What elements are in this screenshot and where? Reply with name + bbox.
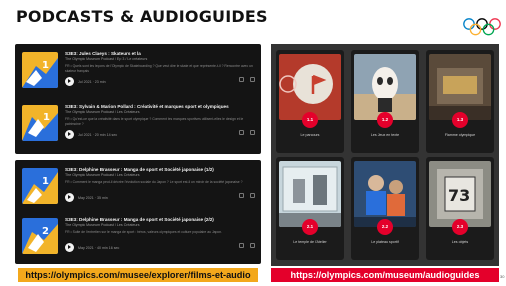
episode-title: S3E3: Sylvain & Marion Pollard : Créativ… <box>65 104 229 109</box>
audioguides-link[interactable]: https://olympics.com/museum/audioguides <box>271 268 499 282</box>
more-icon[interactable] <box>250 130 255 135</box>
audioguide-caption: Les objets <box>451 240 469 244</box>
podcast-episode[interactable]: 1 S3E3: Sylvain & Marion Pollard : Créat… <box>15 100 261 152</box>
episode-thumbnail: 1 <box>22 52 58 88</box>
episode-date: Jul 2021 · 23 min <box>78 79 106 84</box>
audioguide-caption: Le plateau sportif <box>371 240 399 244</box>
audioguide-caption: Les Jeux en texte <box>370 133 400 137</box>
films-link-label: https://olympics.com/musee/explorer/film… <box>25 270 251 280</box>
page-title: PODCASTS & AUDIOGUIDES <box>16 7 268 26</box>
films-link[interactable]: https://olympics.com/musee/explorer/film… <box>18 268 258 282</box>
audioguide-card[interactable]: 1.3 Flamme olympique <box>426 50 494 153</box>
episode-subtitle: The Olympic Museum Podcast / Ep 3 / Le c… <box>65 57 148 61</box>
audioguide-caption: Flamme olympique <box>444 133 476 137</box>
podcast-episode[interactable]: 1 S3E3: Jules Claeys : Skateurs et la Th… <box>15 47 261 99</box>
audioguide-number-badge: 2.3 <box>452 219 468 235</box>
share-icon[interactable] <box>239 193 244 198</box>
episode-title: S3E3: Delphine Brasseur : Manga de sport… <box>65 217 214 222</box>
podcast-list-top: 1 S3E3: Jules Claeys : Skateurs et la Th… <box>15 44 261 154</box>
audioguide-panel: 1.1 Le parcours 1.2 Les Jeux en texte 1.… <box>271 44 499 266</box>
episode-title: S3E3: Delphine Brasseur : Manga de sport… <box>65 167 214 172</box>
audioguide-image: 73 <box>429 161 491 227</box>
play-icon[interactable] <box>65 77 74 86</box>
audioguide-image <box>279 54 341 120</box>
episode-subtitle: The Olympic Museum Podcast / Les Créateu… <box>65 110 140 114</box>
share-icon[interactable] <box>239 243 244 248</box>
episode-subtitle: The Olympic Museum Podcast / Les Créateu… <box>65 223 140 227</box>
share-icon[interactable] <box>239 77 244 82</box>
audioguide-number-badge: 1.1 <box>302 112 318 128</box>
episode-date: May 2021 · 35 min <box>78 195 108 200</box>
episode-subtitle: The Olympic Museum Podcast / Les Créateu… <box>65 173 140 177</box>
olympic-rings-icon <box>463 18 501 36</box>
episode-title: S3E3: Jules Claeys : Skateurs et la <box>65 51 141 56</box>
podcast-panel: 1 S3E3: Jules Claeys : Skateurs et la Th… <box>15 44 261 264</box>
page-number: 30 <box>500 274 505 279</box>
play-icon[interactable] <box>65 243 74 252</box>
svg-text:73: 73 <box>448 186 470 205</box>
episode-thumbnail: 1 <box>22 105 58 141</box>
audioguide-card[interactable]: 1.1 Le parcours <box>276 50 344 153</box>
more-icon[interactable] <box>250 243 255 248</box>
episode-description: FR • Suite de l'entretien sur le manga d… <box>65 230 223 234</box>
audioguide-image <box>279 161 341 227</box>
episode-date: Jul 2021 · 20 min 14 sec <box>78 132 118 137</box>
svg-text:1: 1 <box>42 176 49 187</box>
audioguides-link-label: https://olympics.com/museum/audioguides <box>290 270 480 280</box>
audioguide-card[interactable]: 73 2.3 Les objets <box>426 157 494 260</box>
episode-description: FR • Quels sont les leçons de l'Olympic … <box>65 64 253 73</box>
podcast-list-bottom: 1 S3E3: Delphine Brasseur : Manga de spo… <box>15 160 261 264</box>
audioguide-image <box>354 161 416 227</box>
audioguide-number-badge: 2.2 <box>377 219 393 235</box>
audioguide-card[interactable]: 2.2 Le plateau sportif <box>351 157 419 260</box>
svg-text:2: 2 <box>42 226 49 237</box>
audioguide-image <box>354 54 416 120</box>
audioguide-caption: Le parcours <box>300 133 320 137</box>
audioguide-number-badge: 1.3 <box>452 112 468 128</box>
share-icon[interactable] <box>239 130 244 135</box>
audioguide-image <box>429 54 491 120</box>
svg-text:1: 1 <box>42 60 49 71</box>
audioguide-caption: Le temple de l'Atelier <box>293 240 327 244</box>
audioguide-number-badge: 1.2 <box>377 112 393 128</box>
svg-text:1: 1 <box>43 112 50 123</box>
more-icon[interactable] <box>250 193 255 198</box>
episode-description: FR • Comment le manga peut-il décrire l'… <box>65 180 243 184</box>
episode-thumbnail: 2 <box>22 218 58 254</box>
play-icon[interactable] <box>65 193 74 202</box>
podcast-episode[interactable]: 1 S3E3: Delphine Brasseur : Manga de spo… <box>15 163 261 215</box>
episode-date: May 2021 · 40 min 16 sec <box>78 245 120 250</box>
audioguide-number-badge: 2.1 <box>302 219 318 235</box>
episode-description: FR • Qu'est-ce que la créativité dans le… <box>65 117 244 126</box>
podcast-episode[interactable]: 2 S3E3: Delphine Brasseur : Manga de spo… <box>15 213 261 265</box>
audioguide-card[interactable]: 1.2 Les Jeux en texte <box>351 50 419 153</box>
more-icon[interactable] <box>250 77 255 82</box>
episode-thumbnail: 1 <box>22 168 58 204</box>
audioguide-card[interactable]: 2.1 Le temple de l'Atelier <box>276 157 344 260</box>
play-icon[interactable] <box>65 130 74 139</box>
